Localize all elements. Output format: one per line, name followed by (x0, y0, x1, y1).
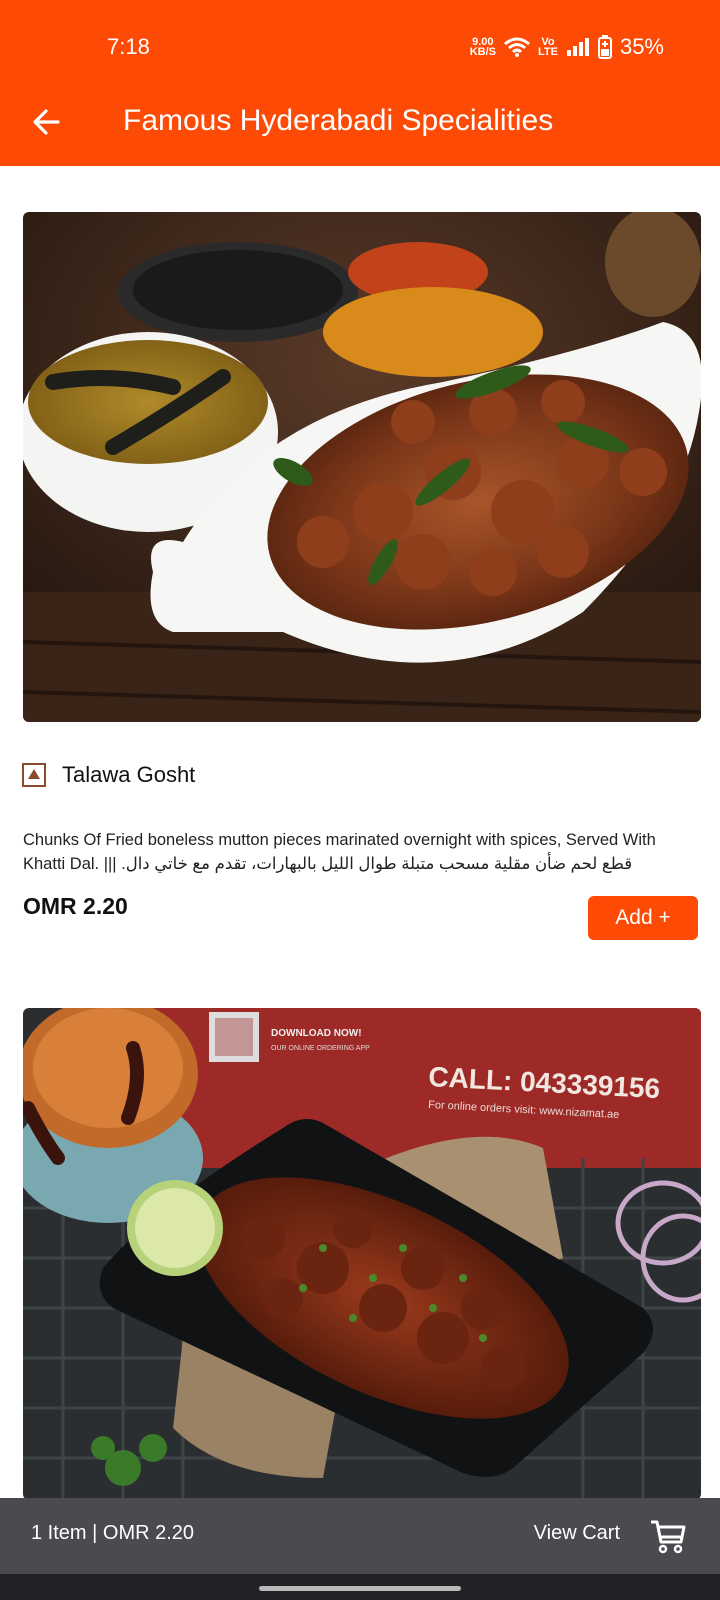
item-name: Talawa Gosht (62, 762, 196, 787)
status-time: 7:18 (107, 34, 150, 59)
status-bar: 7:18 9.00 KB/S Vo LTE 35% (0, 0, 720, 88)
second-item-image[interactable]: DOWNLOAD NOW! OUR ONLINE ORDERING APP CA… (23, 1008, 701, 1500)
volte-indicator: Vo LTE (537, 37, 558, 58)
volte-label-bottom: LTE (537, 46, 558, 58)
add-button[interactable]: Add + (588, 896, 698, 940)
item-title-row: Talawa Gosht (22, 762, 195, 788)
app-bar: Famous Hyderabadi Specialities (0, 88, 720, 166)
box-download-text: DOWNLOAD NOW! (271, 1028, 362, 1039)
signal-icon (566, 38, 589, 56)
system-nav-bar (0, 1574, 720, 1600)
battery-icon (597, 35, 612, 59)
item-price: OMR 2.20 (23, 893, 128, 919)
cart-bar[interactable]: 1 Item | OMR 2.20 View Cart (0, 1498, 720, 1574)
status-icons: 9.00 KB/S Vo LTE 35% (470, 34, 664, 60)
network-speed-unit: KB/S (469, 46, 496, 58)
cart-icon[interactable] (648, 1516, 688, 1556)
battery-percent: 35% (619, 34, 664, 59)
item-description: Chunks Of Fried boneless mutton pieces m… (23, 831, 656, 873)
view-cart-button[interactable]: View Cart (534, 1522, 620, 1545)
home-gesture-handle[interactable] (259, 1586, 461, 1591)
page-title: Famous Hyderabadi Specialities (123, 104, 554, 137)
wifi-icon (504, 37, 530, 57)
cart-summary: 1 Item | OMR 2.20 (31, 1522, 195, 1544)
network-speed: 9.00 KB/S (469, 37, 496, 58)
talawa-gosht-image[interactable] (23, 212, 701, 722)
non-veg-icon (22, 763, 46, 787)
box-subtitle-text: OUR ONLINE ORDERING APP (271, 1045, 370, 1052)
back-arrow-icon[interactable] (28, 102, 68, 142)
